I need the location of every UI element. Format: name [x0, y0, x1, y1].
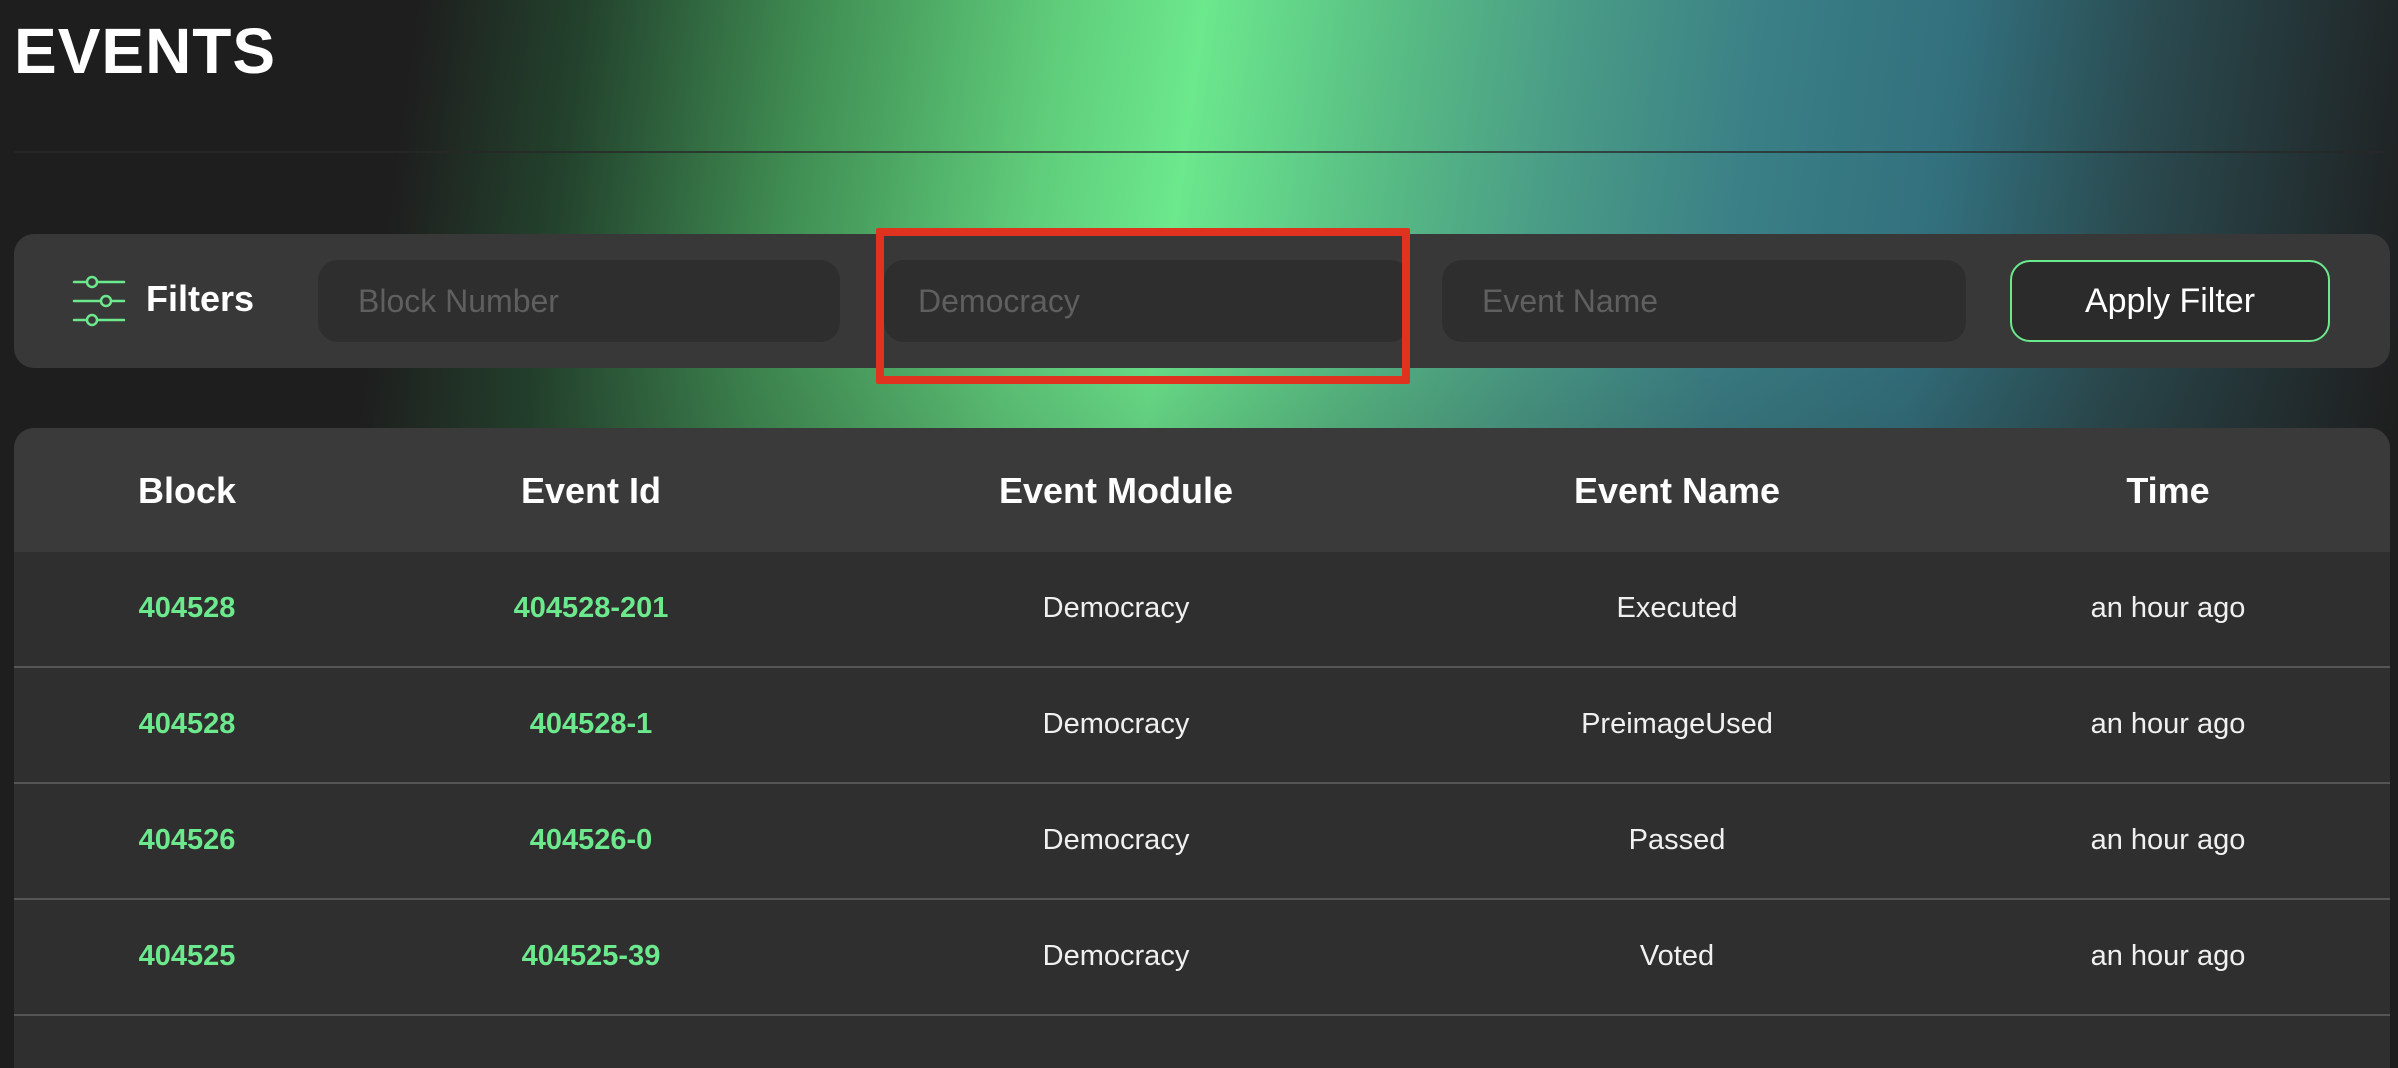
page-title: EVENTS	[14, 15, 277, 87]
event-id-link[interactable]: 404525-39	[522, 940, 661, 973]
event-module-cell: Democracy	[1042, 940, 1190, 972]
table-row: 404528 404528-201 Democracy Executed an …	[14, 552, 2390, 668]
event-name-cell: PreimageUsed	[1581, 708, 1773, 740]
time-cell: an hour ago	[2090, 824, 2246, 856]
filters-label: Filters	[146, 278, 255, 319]
event-name-cell: Voted	[1639, 940, 1715, 972]
time-cell: an hour ago	[2090, 592, 2246, 624]
block-link[interactable]: 404528	[139, 592, 236, 625]
table-header: Block Event Id Event Module Event Name T…	[14, 428, 2390, 552]
event-id-link[interactable]: 404528-1	[530, 708, 653, 741]
block-link[interactable]: 404528	[139, 708, 236, 741]
event-name-cell: Executed	[1616, 592, 1738, 624]
column-header-time: Time	[2126, 470, 2210, 511]
block-link[interactable]: 404525	[139, 940, 236, 973]
block-number-input[interactable]	[318, 260, 840, 342]
sliders-icon	[72, 275, 126, 327]
title-divider	[14, 151, 2384, 153]
event-name-cell: Passed	[1628, 824, 1726, 856]
column-header-block: Block	[137, 470, 237, 511]
event-module-input[interactable]	[884, 260, 1410, 342]
event-id-link[interactable]: 404528-201	[514, 592, 669, 625]
table-row: 404528 404528-1 Democracy PreimageUsed a…	[14, 668, 2390, 784]
table-row: 404526 404526-0 Democracy Passed an hour…	[14, 784, 2390, 900]
events-page: EVENTS Filters Apply Filter Block Event …	[0, 0, 2398, 1068]
time-cell: an hour ago	[2090, 940, 2246, 972]
column-header-event-module: Event Module	[998, 470, 1234, 511]
table-row: 404525 404525-39 Democracy Voted an hour…	[14, 900, 2390, 1016]
column-header-event-name: Event Name	[1573, 470, 1781, 511]
event-module-cell: Democracy	[1042, 824, 1190, 856]
event-module-cell: Democracy	[1042, 592, 1190, 624]
events-table: Block Event Id Event Module Event Name T…	[14, 428, 2390, 1068]
event-id-link[interactable]: 404526-0	[530, 824, 653, 857]
block-link[interactable]: 404526	[139, 824, 236, 857]
column-header-event-id: Event Id	[520, 470, 662, 511]
event-module-cell: Democracy	[1042, 708, 1190, 740]
apply-filter-button[interactable]: Apply Filter	[2010, 260, 2330, 342]
time-cell: an hour ago	[2090, 708, 2246, 740]
filter-bar: Filters Apply Filter	[14, 228, 2390, 384]
event-name-input[interactable]	[1442, 260, 1966, 342]
